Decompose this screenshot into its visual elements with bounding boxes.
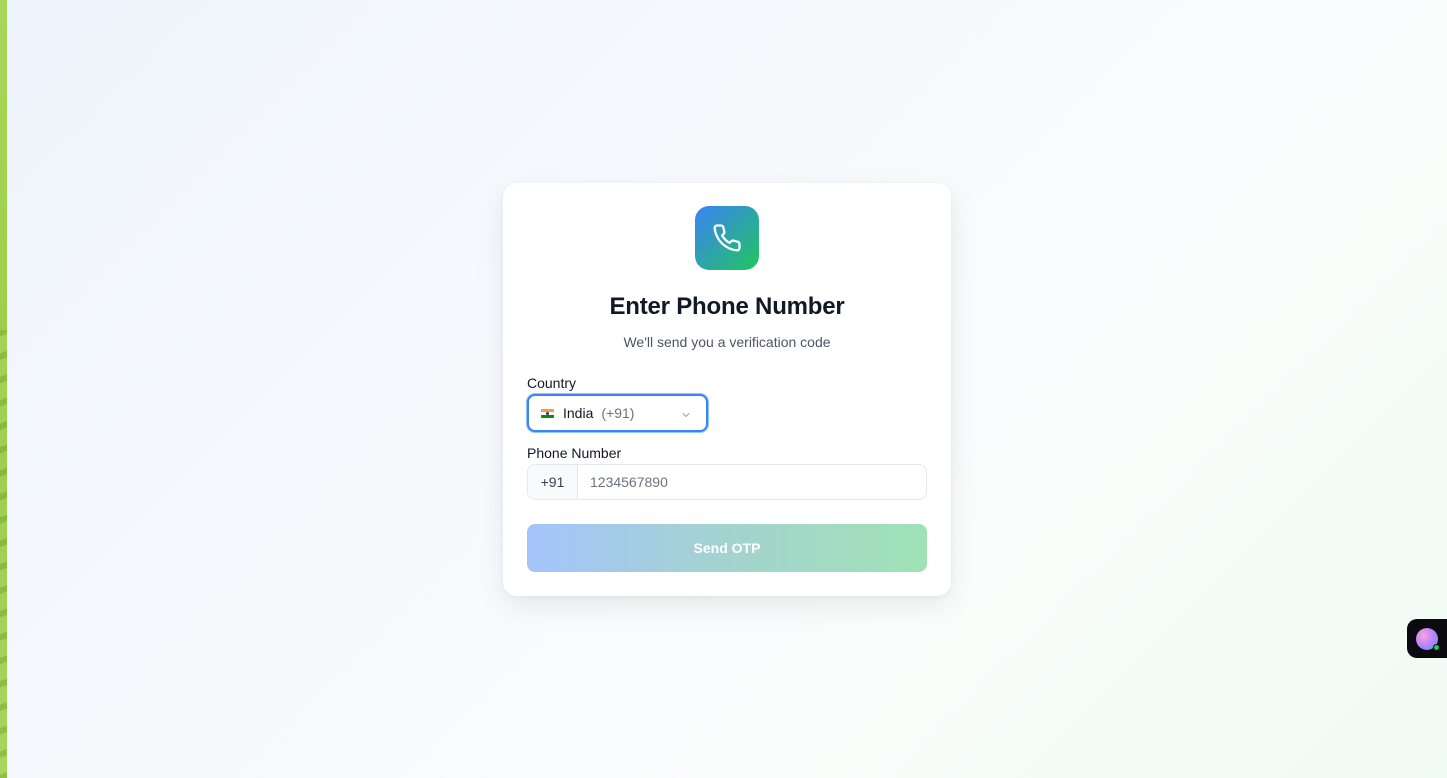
phone-login-card: Enter Phone Number We'll send you a veri… xyxy=(503,183,951,596)
page-title: Enter Phone Number xyxy=(609,293,845,320)
phone-prefix: +91 xyxy=(528,465,578,499)
phone-icon xyxy=(695,206,759,270)
phone-number-input[interactable] xyxy=(578,465,926,499)
country-label: Country xyxy=(527,375,577,391)
country-selected-name: India xyxy=(563,405,594,421)
phone-number-label: Phone Number xyxy=(527,445,622,461)
page-subtitle: We'll send you a verification code xyxy=(623,334,831,350)
online-status-dot xyxy=(1433,643,1440,651)
assistant-widget-button[interactable] xyxy=(1407,619,1447,658)
india-flag-icon xyxy=(541,408,554,418)
send-otp-button[interactable]: Send OTP xyxy=(527,524,927,572)
left-edge-strip xyxy=(0,0,7,778)
chevron-down-icon xyxy=(680,408,692,426)
country-select[interactable]: India (+91) xyxy=(527,394,708,432)
country-selected-code: (+91) xyxy=(601,405,635,421)
assistant-avatar-icon xyxy=(1416,627,1440,651)
phone-number-group: +91 xyxy=(527,464,927,500)
